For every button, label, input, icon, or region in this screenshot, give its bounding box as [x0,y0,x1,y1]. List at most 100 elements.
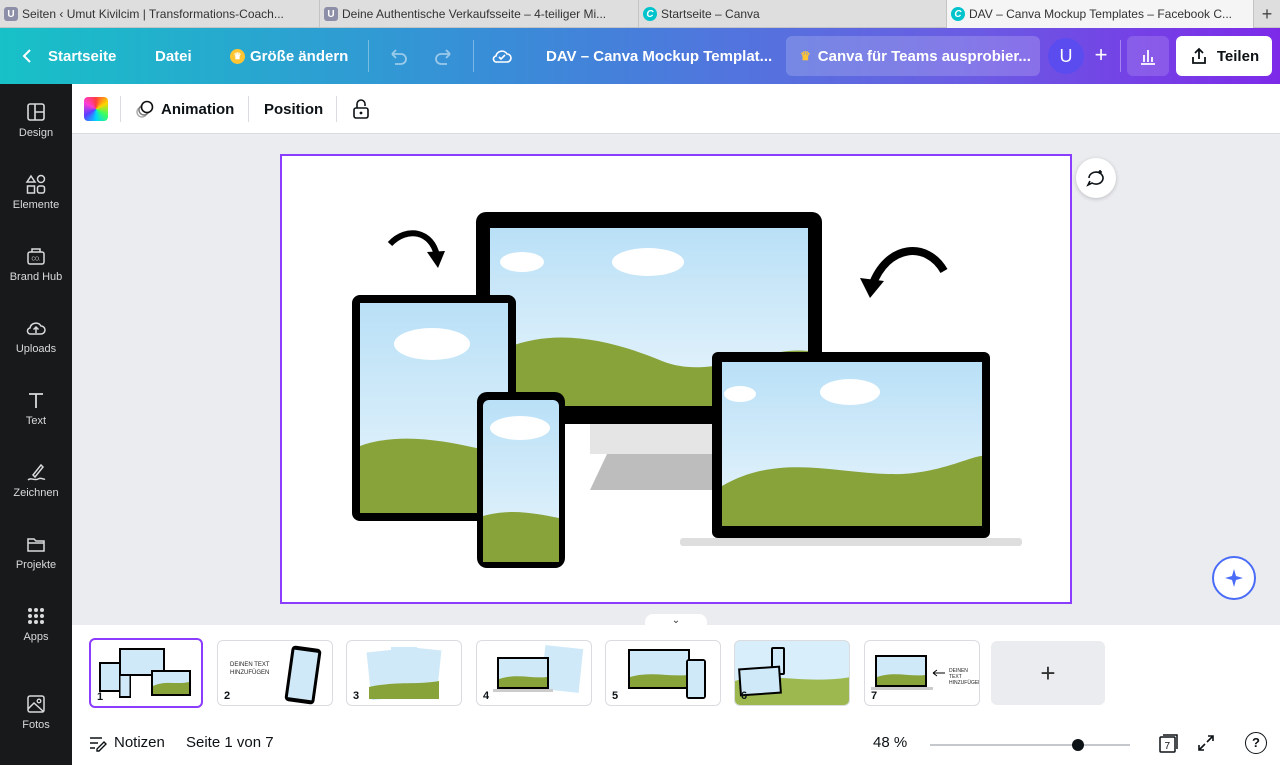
browser-tab-bar: U Seiten ‹ Umut Kivilcim | Transformatio… [0,0,1280,28]
page-number: 4 [483,690,490,702]
new-tab-button[interactable]: + [1254,0,1280,28]
page-number: 6 [741,690,748,702]
zoom-level[interactable]: 48 % [873,720,907,765]
zoom-slider[interactable] [930,739,1130,751]
expand-icon [1198,734,1214,751]
page-thumbnails: 1 DEINEN TEXT HINZUFÜGEN 2 3 4 5 6 DEINE… [72,625,1280,720]
add-page-button[interactable]: + [991,641,1105,705]
divider [368,40,369,72]
image-icon [27,695,45,713]
page-number: 3 [353,690,360,702]
lock-button[interactable] [350,84,372,134]
page-number: 2 [224,690,231,702]
crown-icon: ♛ [230,48,245,64]
thumbnail-preview [628,649,706,699]
thumbnail-text: DEINEN TEXT HINZUFÜGEN [230,662,270,676]
laptop [680,352,1022,546]
sidebar-item-label: Projekte [15,559,57,571]
file-menu-button[interactable]: Datei [155,28,192,84]
home-label: Startseite [48,47,117,65]
browser-tab-label: Seiten ‹ Umut Kivilcim | Transformations… [22,7,284,21]
page-thumbnail[interactable]: 6 [734,640,850,706]
shapes-icon [25,174,46,194]
editor-footer: Notizen Seite 1 von 7 48 % 7 ? [72,720,1280,765]
sidebar-item-brand-hub[interactable]: CO. Brand Hub [0,232,72,296]
brand-hub-icon: CO. [27,248,45,265]
page-thumbnail[interactable]: 1 [89,638,203,708]
sidebar-item-draw[interactable]: Zeichnen [0,448,72,512]
sidebar-item-elements[interactable]: Elemente [0,160,72,224]
page-count-badge: 7 [1165,741,1171,752]
sidebar-item-photos[interactable]: Fotos [0,680,72,744]
undo-button[interactable] [387,28,409,84]
page-number: 5 [612,690,619,702]
browser-tab[interactable]: C Startseite – Canva [639,0,947,28]
bar-chart-icon [1141,50,1155,65]
zoom-slider-handle[interactable] [1072,739,1084,751]
undo-icon [391,49,407,65]
notes-button[interactable]: Notizen [88,720,165,765]
sidebar-item-projects[interactable]: Projekte [0,520,72,584]
divider [248,96,249,122]
page-thumbnail[interactable]: 3 [346,640,462,706]
cloud-save-status[interactable] [490,28,514,84]
thumbnail-preview [366,647,442,701]
resize-button[interactable]: ♛ Größe ändern [230,28,348,84]
sidebar-item-design[interactable]: Design [0,88,72,152]
position-button[interactable]: Position [264,84,323,134]
color-picker-swatch[interactable] [84,97,108,121]
help-button[interactable]: ? [1245,720,1267,765]
fullscreen-button[interactable] [1196,720,1216,765]
browser-tab[interactable]: U Deine Authentische Verkaufsseite – 4-t… [320,0,639,28]
tab-favicon-icon: C [951,7,965,21]
sidebar-item-label: Elemente [12,199,60,211]
design-page[interactable] [280,154,1072,604]
sidebar-item-label: Apps [23,631,49,643]
animation-button[interactable]: Animation [134,84,234,134]
pages-icon: 7 [1159,733,1178,753]
redo-icon [435,49,451,65]
sidebar-item-uploads[interactable]: Uploads [0,304,72,368]
share-button[interactable]: Teilen [1176,36,1272,76]
browser-tab[interactable]: U Seiten ‹ Umut Kivilcim | Transformatio… [0,0,320,28]
page-number: 1 [97,691,104,703]
sidebar-item-apps[interactable]: Apps [0,592,72,656]
user-avatar[interactable]: U [1048,38,1084,74]
comment-plus-icon [1086,170,1104,187]
svg-text:CO.: CO. [32,257,41,263]
design-title[interactable]: DAV – Canva Mockup Templat... [546,28,772,84]
add-comment-button[interactable] [1076,158,1116,198]
page-grid-button[interactable]: 7 [1156,720,1180,765]
redo-button[interactable] [433,28,455,84]
notes-icon [90,736,107,752]
sidebar-item-label: Text [25,415,47,427]
tab-favicon-icon: C [643,7,657,21]
chevron-down-icon: ⌄ [671,614,681,626]
text-icon [29,393,43,408]
magic-assistant-button[interactable] [1212,556,1256,600]
page-thumbnail[interactable]: 5 [605,640,721,706]
browser-tab-label: Deine Authentische Verkaufsseite – 4-tei… [342,7,607,21]
animation-icon [136,100,154,118]
sidebar-item-label: Brand Hub [9,271,63,283]
back-home-button[interactable]: Startseite [20,28,116,84]
sidebar-item-text[interactable]: Text [0,376,72,440]
device-mockup-artwork[interactable] [282,156,1070,602]
chevron-left-icon [22,49,31,63]
left-sidebar: Design Elemente CO. Brand Hub Uploads Te… [0,84,72,765]
thumbnail-preview [493,645,584,693]
try-teams-button[interactable]: ♛ Canva für Teams ausprobier... [786,36,1040,76]
add-collaborator-button[interactable]: + [1088,42,1114,68]
page-thumbnail[interactable]: DEINEN TEXT HINZUFÜGEN 7 [864,640,980,706]
divider [473,40,474,72]
page-thumbnail[interactable]: DEINEN TEXT HINZUFÜGEN 2 [217,640,333,706]
sidebar-item-label: Design [18,127,54,139]
layout-icon [27,103,45,121]
tab-favicon-icon: U [4,7,18,21]
plus-icon: + [1094,42,1108,67]
browser-tab-active[interactable]: C DAV – Canva Mockup Templates – Faceboo… [947,0,1254,28]
insights-button[interactable] [1127,36,1169,76]
page-thumbnail[interactable]: 4 [476,640,592,706]
divider [336,96,337,122]
browser-tab-label: Startseite – Canva [661,7,760,21]
